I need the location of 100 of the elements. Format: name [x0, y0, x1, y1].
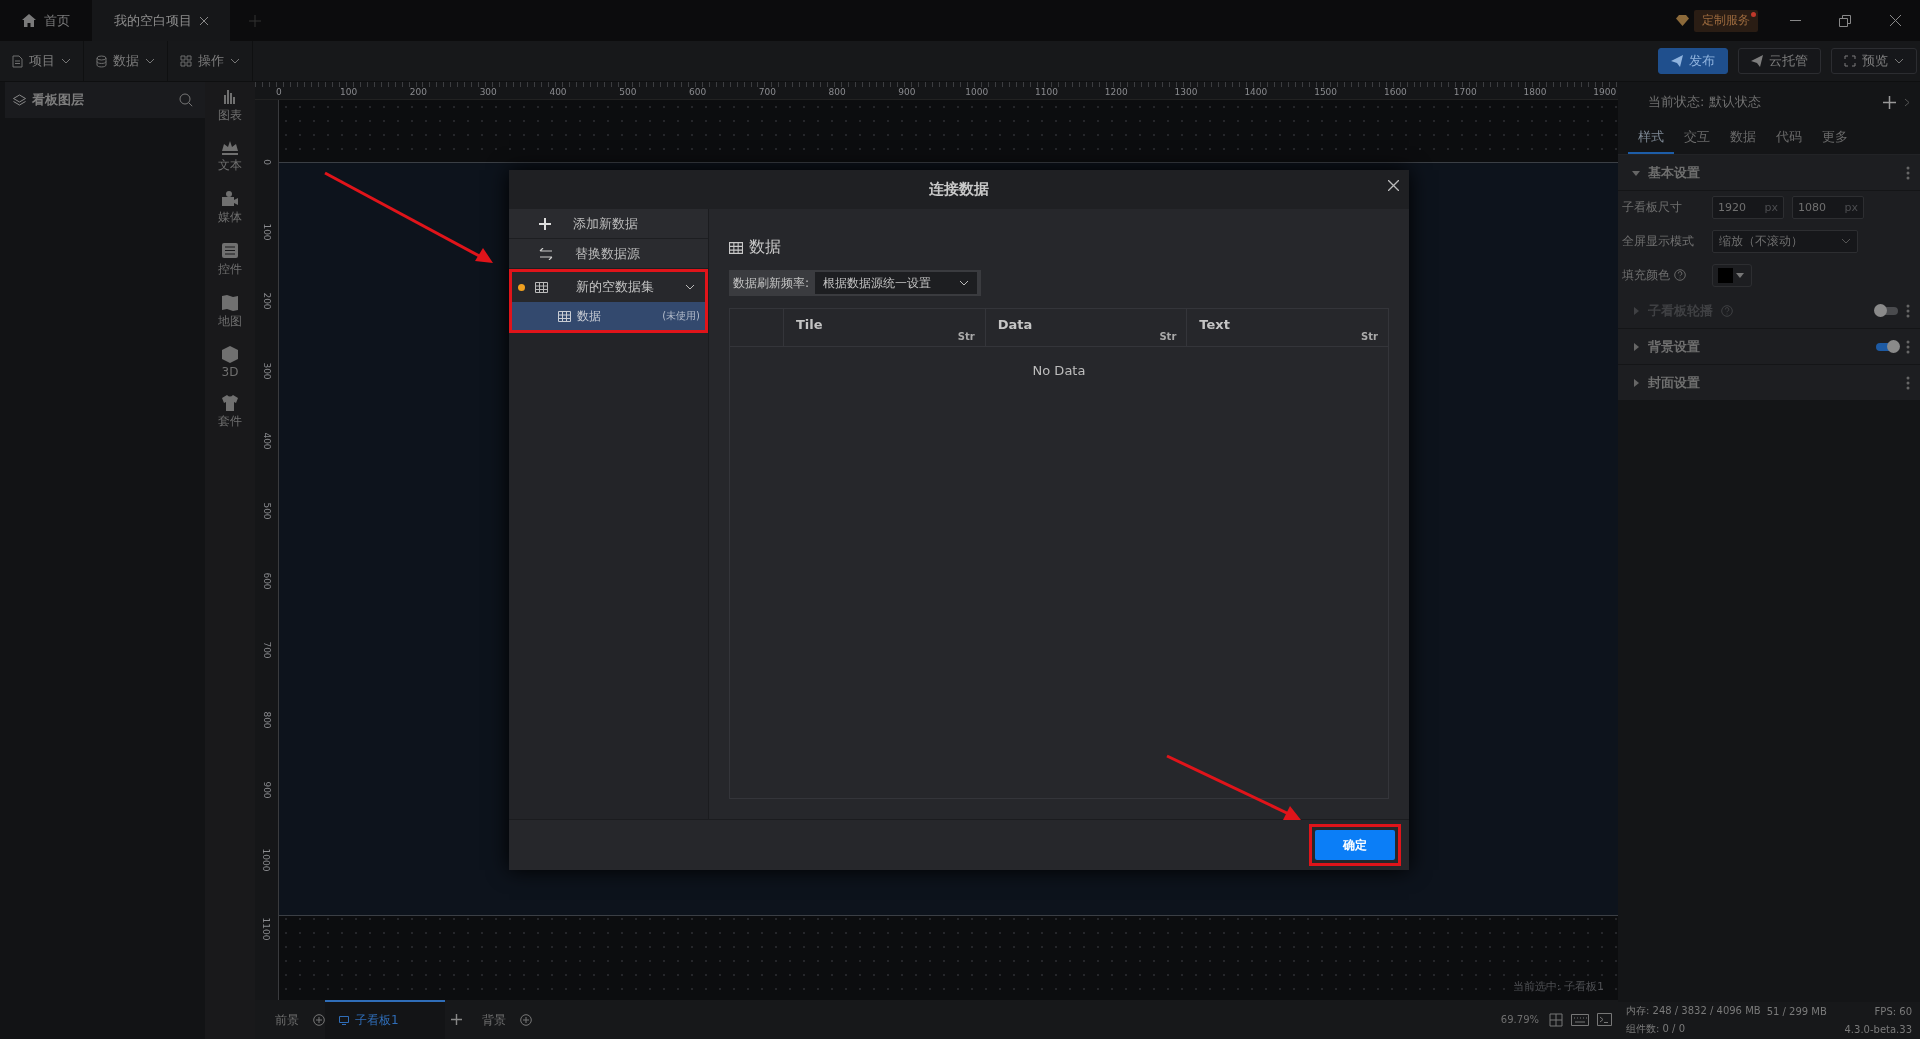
close-button[interactable]: [1388, 180, 1399, 191]
section-heading: 数据: [749, 237, 781, 258]
section-title: 封面设置: [1648, 373, 1700, 392]
add-circle-icon[interactable]: [313, 1013, 325, 1026]
settings-section-header[interactable]: 基本设置: [1618, 155, 1920, 191]
caret-down-icon[interactable]: [1632, 168, 1640, 177]
panel-tab[interactable]: 数据: [1720, 122, 1766, 154]
memory-status: 内存: 248 / 3832 / 4096 MB: [1626, 1004, 1761, 1018]
chevron-down-icon: [145, 58, 155, 64]
menu-button[interactable]: 数据: [84, 41, 168, 81]
map-icon: [221, 294, 239, 311]
window-tab[interactable]: 我的空白项目: [92, 0, 230, 41]
panel-tab[interactable]: 更多: [1812, 122, 1858, 154]
database-icon: [96, 54, 107, 68]
minimize-icon[interactable]: [1789, 20, 1801, 21]
toolbar-button[interactable]: 云托管: [1738, 48, 1821, 74]
close-icon[interactable]: [200, 16, 208, 25]
chevron-down-icon: [959, 280, 969, 286]
cube-icon: [222, 346, 238, 363]
confirm-button[interactable]: 确定: [1315, 830, 1395, 860]
toolbar-button[interactable]: 预览: [1831, 48, 1917, 74]
select-field[interactable]: 缩放（不滚动）: [1712, 229, 1858, 253]
grid-icon: [180, 55, 192, 67]
layer-tab[interactable]: 背景: [468, 1000, 520, 1039]
component-count: 组件数: 0 / 0: [1626, 1022, 1685, 1036]
settings-section-header[interactable]: 封面设置: [1618, 365, 1920, 401]
section-title: 背景设置: [1648, 337, 1700, 356]
toggle-switch[interactable]: [1876, 342, 1898, 351]
vertical-ruler: 0 100 200 300 400 500 600 700 800 900 1000 1100: [255, 100, 279, 1000]
close-icon[interactable]: [1889, 15, 1901, 26]
add-circle-icon[interactable]: [520, 1013, 532, 1026]
search-icon[interactable]: [179, 93, 193, 107]
shirt-icon: [221, 395, 239, 411]
settings-section-header[interactable]: 背景设置: [1618, 329, 1920, 365]
chevron-right-icon[interactable]: [1904, 97, 1910, 107]
plus-icon[interactable]: [451, 1014, 462, 1025]
chevron-down-icon: [1841, 238, 1851, 244]
horizontal-ruler: 0 100 200 300 400 500 600 700 800 900 1000 1100 1200 1300 1400 1500 1600 1700 1800 1900: [255, 82, 1618, 100]
refresh-rate-select[interactable]: 根据数据源统一设置: [815, 272, 977, 294]
panel-tab[interactable]: 交互: [1674, 122, 1720, 154]
column-header[interactable]: Tile Str: [784, 309, 986, 346]
component-category[interactable]: 文本: [218, 140, 242, 174]
field-label: 全屏显示模式: [1622, 232, 1695, 250]
zoom-level: 69.79%: [1500, 1014, 1539, 1025]
dialog-title: 连接数据: [929, 180, 989, 199]
window-tab[interactable]: 首页: [0, 0, 92, 41]
chevron-down-icon: [61, 58, 71, 64]
data-action[interactable]: 添加新数据: [509, 209, 708, 239]
layer-tab[interactable]: 前景: [261, 1000, 313, 1039]
component-category[interactable]: 3D: [221, 346, 239, 379]
more-vertical-icon[interactable]: [1906, 339, 1910, 354]
caret-right-icon[interactable]: [1632, 342, 1640, 351]
toolbar-button[interactable]: 发布: [1658, 48, 1728, 74]
table-icon: [558, 310, 571, 322]
fullscreen-icon: [1844, 55, 1856, 67]
field-label: 填充颜色: [1622, 266, 1704, 284]
panel-tab[interactable]: 代码: [1766, 122, 1812, 154]
component-category[interactable]: 媒体: [218, 190, 242, 226]
help-icon[interactable]: [1674, 269, 1686, 281]
plus-icon[interactable]: [1883, 95, 1896, 109]
board-tab[interactable]: 子看板1: [325, 1000, 445, 1039]
component-category[interactable]: 地图: [218, 294, 242, 330]
data-table-item[interactable]: 数据 (未使用): [512, 302, 705, 330]
send-icon: [1751, 55, 1763, 67]
restore-icon[interactable]: [1839, 14, 1851, 27]
column-header[interactable]: Text Str: [1187, 309, 1388, 346]
terminal-icon[interactable]: [1597, 1013, 1612, 1026]
component-category[interactable]: 套件: [218, 395, 242, 430]
refresh-rate-label: 数据刷新频率:: [733, 274, 810, 292]
color-picker[interactable]: [1712, 263, 1752, 287]
video-camera-icon: [221, 190, 239, 207]
menu-button[interactable]: 操作: [168, 41, 253, 81]
more-vertical-icon[interactable]: [1906, 165, 1910, 180]
home-icon: [22, 14, 36, 27]
notification-dot: [1751, 11, 1756, 17]
more-vertical-icon[interactable]: [1906, 375, 1910, 390]
chevron-down-icon: [230, 58, 240, 64]
dataset-item[interactable]: 新的空数据集: [512, 272, 705, 302]
swap-arrows-icon: [539, 247, 553, 260]
send-icon: [1671, 55, 1683, 67]
caret-down-icon: [1736, 272, 1744, 278]
field-label: 子看板尺寸: [1622, 198, 1683, 216]
chevron-down-icon: [685, 284, 695, 290]
status-dot: [518, 283, 525, 291]
document-icon: [12, 54, 23, 68]
component-category[interactable]: 图表: [218, 88, 242, 124]
data-action[interactable]: 替换数据源: [509, 239, 708, 269]
table-icon: [535, 281, 548, 293]
service-badge[interactable]: 定制服务: [1694, 9, 1758, 32]
column-header[interactable]: Data Str: [985, 309, 1188, 346]
keyboard-icon[interactable]: [1571, 1013, 1589, 1026]
caret-right-icon[interactable]: [1632, 378, 1640, 387]
chevron-down-icon: [1894, 58, 1904, 64]
component-category[interactable]: 控件: [218, 242, 242, 278]
table-icon: [729, 241, 743, 254]
monitor-icon: [339, 1016, 349, 1025]
crown-icon: [221, 140, 239, 155]
menu-button[interactable]: 项目: [0, 41, 84, 81]
empty-message: No Data: [1031, 362, 1087, 378]
diamond-icon: [1675, 15, 1689, 26]
